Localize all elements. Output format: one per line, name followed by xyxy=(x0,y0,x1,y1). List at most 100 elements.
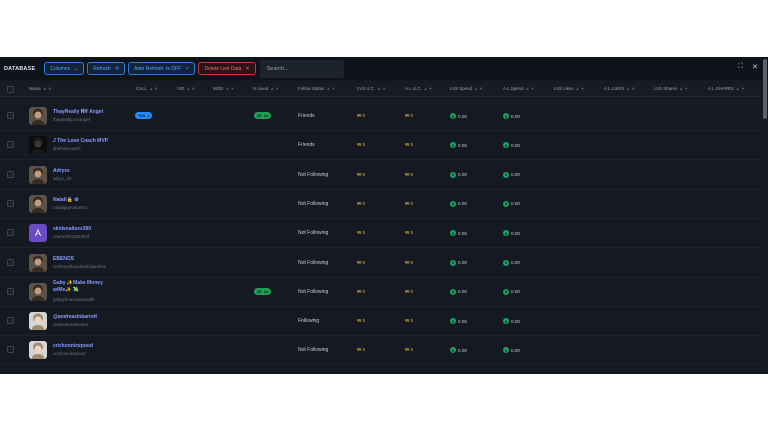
sort-icon[interactable]: ▲ ▼ xyxy=(225,86,234,91)
column-header-label: CALL xyxy=(136,86,147,91)
dollar-icon: $ xyxy=(503,230,509,237)
spend-amount: 0.00 xyxy=(458,260,467,265)
display-name[interactable]: Natali🔒 ⚙ xyxy=(53,197,79,203)
refresh-button[interactable]: Refresh ⟲ xyxy=(87,62,125,75)
avatar xyxy=(29,341,47,360)
row-checkbox[interactable] xyxy=(7,317,14,325)
column-header[interactable]: A.L.Spend ▲ ▼ xyxy=(503,86,535,91)
display-name[interactable]: @andreazinbarrett xyxy=(53,314,97,320)
follow-status: Not Following xyxy=(298,171,329,178)
display-name[interactable]: Gaby ✨Make Money w/Me✨ 💸 xyxy=(53,280,113,294)
sort-icon[interactable]: ▲ ▼ xyxy=(43,86,52,91)
spend-value: $0.00 xyxy=(503,318,520,325)
avatar xyxy=(29,282,47,301)
column-header[interactable]: Is Lived ▲ ▼ xyxy=(253,86,279,91)
sort-icon[interactable]: ▲ ▼ xyxy=(474,86,483,91)
column-header[interactable]: LVS Shares ▲ ▼ xyxy=(654,86,688,91)
scrollbar[interactable] xyxy=(763,59,767,119)
spend-amount: 0.00 xyxy=(511,318,520,324)
check-icon: ✓ xyxy=(185,65,190,72)
dollar-icon: $ xyxy=(503,200,509,207)
table-row[interactable]: EBENOS sashmythousandmijanniva Not Followi… xyxy=(0,249,762,278)
spend-value: $0.00 xyxy=(450,171,467,178)
table-row[interactable]: Askidsnailsxx390 user10001550504 Not Follo… xyxy=(0,219,762,249)
lived-badge: GL 14 xyxy=(254,287,272,295)
table-row[interactable]: Natali🔒 ⚙ nataliguevara001 Not Following ₩ … xyxy=(0,190,762,219)
display-name[interactable]: crickonnicepood xyxy=(53,343,93,349)
window-close-icon[interactable]: ✕ xyxy=(752,63,758,71)
row-checkbox[interactable] xyxy=(7,199,14,207)
username: jthelovecoach xyxy=(53,146,81,152)
column-header[interactable]: A.L.LIKES ▲ ▼ xyxy=(604,86,635,91)
sort-icon[interactable]: ▲ ▼ xyxy=(326,86,335,91)
column-header[interactable]: LVS U.C. ▲ ▼ xyxy=(357,86,386,91)
spend-value: $0.00 xyxy=(450,259,467,266)
row-checkbox[interactable] xyxy=(7,287,14,295)
table-row[interactable]: @andreazinbarrett andreanmatsoren Followin… xyxy=(0,307,762,337)
table-row[interactable]: J The Love Coach MVP jthelovecoach Friends… xyxy=(0,131,762,161)
dollar-icon: $ xyxy=(503,171,509,178)
table-row[interactable]: crickonnicepood crickonnicepood Not Follow… xyxy=(0,336,762,366)
display-name[interactable]: Adryzs xyxy=(53,168,70,174)
column-header-label: LVS Likes xyxy=(554,86,574,91)
spend-amount: 0.00 xyxy=(458,172,467,178)
column-header-label: LVS Spend xyxy=(450,86,472,91)
row-checkbox[interactable] xyxy=(7,229,14,237)
spend-amount: 0.00 xyxy=(511,142,520,148)
follow-status: Following xyxy=(298,318,320,325)
table-row[interactable]: ThayReally 𝐍𝐕 Angel thayreally.nv.angel TM… xyxy=(0,102,762,131)
table-row[interactable]: Adryzs adryz_05 Not Following ₩ 0 ₩ 0 $0.00 $0… xyxy=(0,161,762,190)
row-checkbox[interactable] xyxy=(7,112,14,119)
select-all-checkbox[interactable] xyxy=(7,86,14,93)
spend-value: $0.00 xyxy=(450,347,467,354)
column-header[interactable]: LVS Likes ▲ ▼ xyxy=(554,86,584,91)
spend-amount: 0.00 xyxy=(511,347,520,353)
column-header[interactable]: A.L.U.C. ▲ ▼ xyxy=(405,86,433,91)
row-checkbox[interactable] xyxy=(7,258,14,266)
avatar xyxy=(29,165,47,184)
column-header[interactable]: Follow Status ▲ ▼ xyxy=(298,86,335,91)
column-header[interactable]: LVS Spend ▲ ▼ xyxy=(450,86,483,91)
row-checkbox[interactable] xyxy=(7,141,14,149)
sort-icon[interactable]: ▲ ▼ xyxy=(679,86,688,91)
column-header-label: VID xyxy=(177,86,185,91)
table-row[interactable]: Gaby ✨Make Money w/Me✨ 💸 gabyyfinancialwe… xyxy=(0,278,762,307)
columns-button[interactable]: Columns ⌄ xyxy=(44,62,85,75)
sort-icon[interactable]: ▲ ▼ xyxy=(377,86,386,91)
display-name[interactable]: EBENOS xyxy=(53,256,74,262)
column-header[interactable]: MOD ▲ ▼ xyxy=(213,86,234,91)
column-header[interactable]: VID ▲ ▼ xyxy=(177,86,195,91)
sort-icon[interactable]: ▲ ▼ xyxy=(424,86,433,91)
display-name[interactable]: J The Love Coach MVP xyxy=(53,138,108,144)
spend-value: $0.00 xyxy=(450,142,467,149)
column-header[interactable]: Name ▲ ▼ xyxy=(29,86,52,91)
follow-status: Friends xyxy=(298,142,315,149)
close-icon: ✕ xyxy=(245,65,250,72)
spend-amount: 0.00 xyxy=(458,113,467,119)
sort-icon[interactable]: ▲ ▼ xyxy=(270,86,279,91)
display-name[interactable]: ThayReally 𝐍𝐕 Angel xyxy=(53,109,103,115)
column-header[interactable]: A.L.SHARES ▲ ▼ xyxy=(708,86,745,91)
sort-icon[interactable]: ▲ ▼ xyxy=(575,86,584,91)
coin-amount: 0 xyxy=(410,259,414,265)
avatar xyxy=(29,107,47,125)
coin-amount: 0 xyxy=(362,259,366,265)
sort-icon[interactable]: ▲ ▼ xyxy=(736,86,745,91)
sort-icon[interactable]: ▲ ▼ xyxy=(626,86,635,91)
display-name[interactable]: skidsnailsxx390 xyxy=(53,226,91,232)
avatar xyxy=(29,136,47,155)
sort-icon[interactable]: ▲ ▼ xyxy=(149,86,158,91)
column-header[interactable]: CALL ▲ ▼ xyxy=(136,86,158,91)
auto-refresh-button[interactable]: Auto Refresh: Is OFF ✓ xyxy=(128,62,196,75)
sort-icon[interactable]: ▲ ▼ xyxy=(186,86,195,91)
sort-icon[interactable]: ▲ ▼ xyxy=(526,86,535,91)
search-input[interactable] xyxy=(259,59,344,78)
row-checkbox[interactable] xyxy=(7,346,14,354)
delete-live-data-button[interactable]: Delete Live Data ✕ xyxy=(198,62,256,75)
follow-status: Not Following xyxy=(298,288,329,295)
coin-value: ₩ 0 xyxy=(405,347,413,352)
spend-amount: 0.00 xyxy=(458,230,467,236)
maximize-icon[interactable]: ⛶ xyxy=(738,63,743,71)
coin-value: ₩ 0 xyxy=(357,172,365,177)
row-checkbox[interactable] xyxy=(7,170,14,178)
